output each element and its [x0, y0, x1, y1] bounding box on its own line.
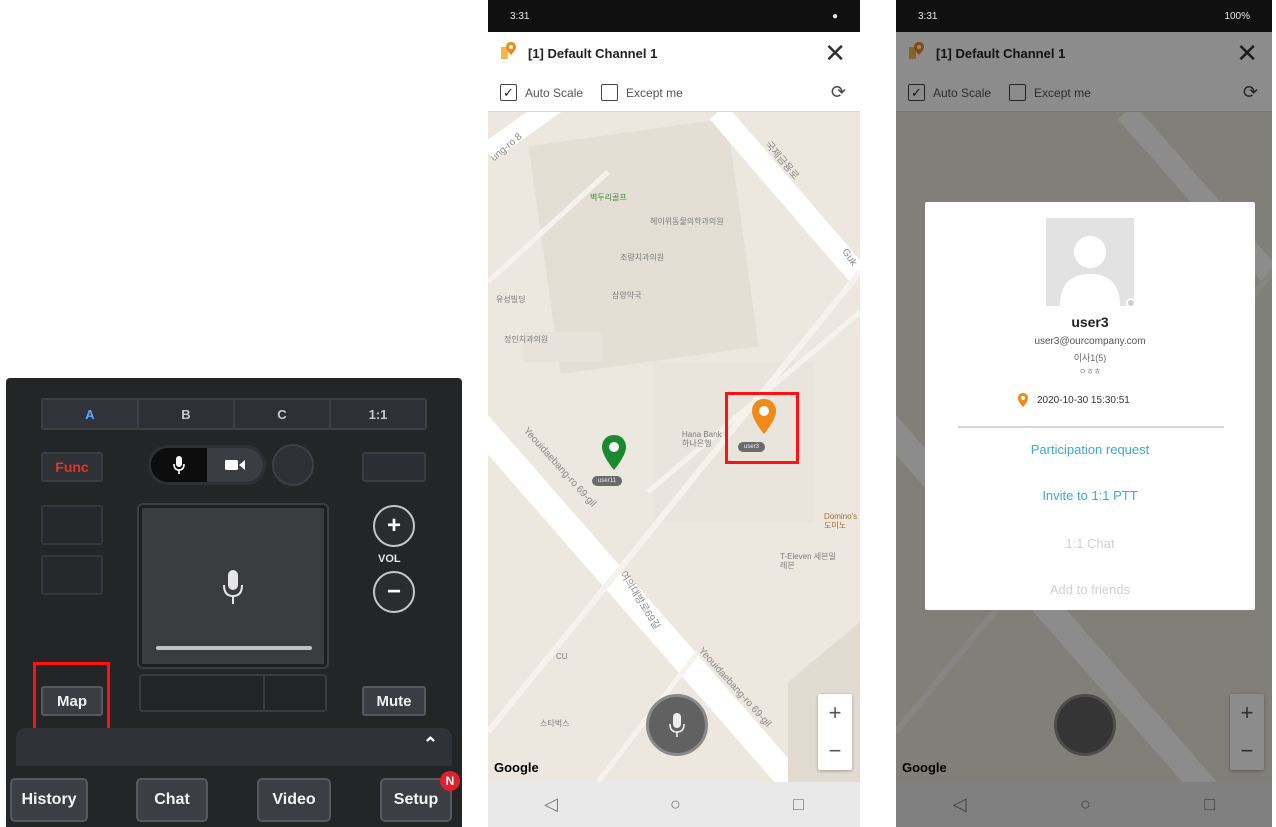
poi-label: 삼양약국: [612, 291, 642, 300]
user-email: user3@ourcompany.com: [1034, 336, 1146, 347]
invite-1to1-ptt-button[interactable]: Invite to 1:1 PTT: [925, 488, 1255, 503]
video-button[interactable]: Video: [257, 778, 331, 822]
poi-label: T-Eleven 세븐일레븐: [780, 552, 836, 570]
tab-channel-1to1[interactable]: 1:1: [331, 400, 425, 428]
refresh-icon[interactable]: ⟳: [831, 82, 846, 103]
user-department: 이사1(5): [1073, 353, 1107, 363]
channel-title: [1] Default Channel 1: [528, 45, 658, 61]
secondary-pad-right[interactable]: [265, 676, 325, 710]
status-bar: 3:31 100%: [896, 0, 1272, 32]
battery-status: 100%: [1224, 10, 1250, 22]
one-to-one-chat-button: 1:1 Chat: [1065, 536, 1115, 551]
user-name: user3: [1071, 314, 1109, 330]
title-bar: [1] Default Channel 1 ✕: [488, 32, 860, 74]
map-highlight-box: [33, 662, 110, 736]
last-location-row: 2020-10-30 15:30:51: [1017, 392, 1130, 408]
map-options-bar: ✓ Auto Scale Except me ⟳: [488, 74, 860, 112]
side-button-1[interactable]: [41, 505, 103, 545]
poi-label: 벽두리골프: [590, 193, 627, 202]
talk-progress-bar: [156, 646, 312, 650]
except-me-checkbox[interactable]: [601, 84, 619, 101]
back-icon[interactable]: ◁: [544, 794, 558, 815]
poi-label: 정인치과의원: [504, 335, 549, 344]
side-button-2[interactable]: [41, 555, 103, 595]
audio-video-toggle[interactable]: [148, 445, 266, 485]
close-icon[interactable]: ✕: [824, 38, 846, 69]
setup-notification-badge: N: [440, 771, 460, 791]
tab-channel-c[interactable]: C: [235, 400, 331, 428]
map-view[interactable]: ung-ro 8 국제금융로 Guk Yeouidaebang-ro 69-gi…: [488, 112, 860, 782]
drawer-handle[interactable]: ⌃: [16, 728, 452, 766]
presence-dot: [1126, 298, 1136, 308]
auto-scale-checkbox[interactable]: ✓: [500, 84, 517, 101]
status-time: 3:31: [510, 10, 530, 22]
poi-label: 조량치과의원: [620, 253, 665, 262]
history-button[interactable]: History: [10, 778, 88, 822]
location-timestamp: 2020-10-30 15:30:51: [1037, 394, 1130, 406]
google-logo: Google: [494, 760, 539, 775]
channel-tabs: A B C 1:1: [41, 398, 427, 430]
poi-label: Domino's 도미노: [824, 512, 858, 530]
zoom-in-button[interactable]: +: [818, 694, 852, 732]
avatar: [1046, 218, 1136, 308]
participation-request-button[interactable]: Participation request: [925, 442, 1255, 457]
zoom-out-button[interactable]: −: [818, 732, 852, 770]
user-extra: ㅇㅎㅎ: [1078, 367, 1102, 376]
recents-icon[interactable]: □: [793, 794, 804, 815]
user-pin-label: user11: [592, 476, 622, 486]
func-button[interactable]: Func: [41, 452, 103, 482]
auto-scale-label: Auto Scale: [525, 85, 584, 100]
tab-channel-a[interactable]: A: [43, 400, 139, 428]
map-pin-icon: [500, 41, 518, 66]
poi-label: 스타벅스: [540, 719, 570, 728]
user-info-dialog: user3 user3@ourcompany.com 이사1(5) ㅇㅎㅎ 20…: [925, 202, 1255, 610]
vox-button[interactable]: [362, 452, 426, 482]
divider: [958, 426, 1224, 428]
chevron-up-icon[interactable]: ⌃: [423, 734, 438, 755]
poi-label: Hana Bank 하나은행: [682, 430, 722, 448]
user-map-pin[interactable]: [600, 434, 628, 477]
video-mode-icon[interactable]: [207, 448, 263, 482]
secondary-pad[interactable]: [139, 674, 327, 712]
except-me-label: Except me: [626, 85, 683, 100]
mute-button[interactable]: Mute: [362, 686, 426, 716]
volume-up-button[interactable]: +: [373, 505, 415, 547]
location-icon: ●: [831, 10, 838, 22]
microphone-icon: [669, 713, 685, 737]
user-pin-highlight-box: [725, 392, 799, 464]
map-screen: 3:31 ● [1] Default Channel 1 ✕ ✓ Auto Sc…: [488, 0, 860, 827]
mic-mode-icon[interactable]: [151, 448, 207, 482]
chat-button[interactable]: Chat: [136, 778, 208, 822]
status-time: 3:31: [918, 10, 938, 22]
android-nav-bar: ◁ ○ □: [488, 782, 860, 827]
default-user-icon: [1060, 236, 1120, 306]
volume-down-button[interactable]: −: [373, 571, 415, 613]
volume-label: VOL: [378, 553, 401, 565]
zoom-controls: + −: [818, 694, 852, 770]
ptt-console: A B C 1:1 Func + VOL − Map Mute ⌃ Histor…: [6, 378, 462, 827]
poi-label: 유성빌딩: [496, 295, 526, 304]
location-pin-icon: [1018, 393, 1028, 407]
secondary-pad-left[interactable]: [141, 676, 265, 710]
poi-label: 헤이위동물의학과의원: [650, 217, 724, 226]
tab-channel-b[interactable]: B: [139, 400, 235, 428]
microphone-icon: [222, 568, 244, 611]
add-to-friends-button: Add to friends: [1049, 582, 1131, 597]
poi-label: CU: [556, 652, 568, 661]
home-icon[interactable]: ○: [670, 794, 681, 815]
user-info-screen: 3:31 100% [1] Default Channel 1 ✕ ✓ Auto…: [896, 0, 1272, 827]
ptt-mic-fab[interactable]: [646, 694, 708, 756]
disabled-round-button[interactable]: [272, 444, 314, 486]
ptt-talk-pad[interactable]: [139, 505, 327, 667]
status-bar: 3:31 ●: [488, 0, 860, 32]
